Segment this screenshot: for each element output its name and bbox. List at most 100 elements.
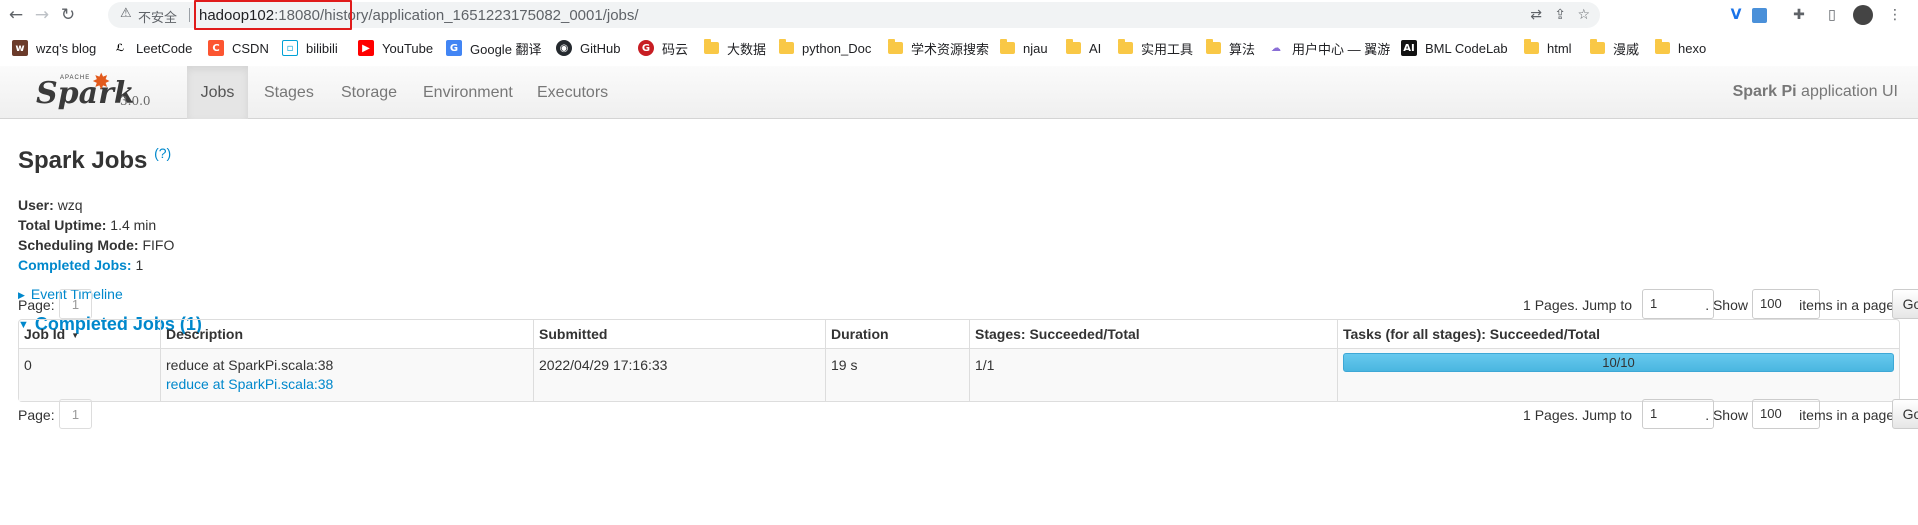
reload-icon[interactable]: ↻ [57, 4, 79, 26]
bookmark-github[interactable]: ◉ GitHub [556, 38, 620, 58]
tab-stages[interactable]: Stages [264, 66, 314, 119]
folder-icon [1206, 39, 1221, 54]
bookmark-folder-njau[interactable]: njau [1000, 38, 1048, 58]
bookmark-label: 大数据 [727, 41, 767, 57]
summary-value: wzq [57, 197, 83, 213]
bookmark-bilibili[interactable]: ▫ bilibili [282, 38, 338, 58]
bookmark-folder-ai[interactable]: AI [1066, 38, 1101, 58]
folder-icon [1118, 39, 1133, 54]
blog-icon: w [12, 40, 28, 56]
folder-icon [704, 39, 719, 54]
bookmark-folder-bigdata[interactable]: 大数据 [704, 38, 766, 58]
show-label: . Show [1705, 297, 1748, 313]
column-header-job-id[interactable]: Job Id ▼ [19, 320, 160, 348]
bookmark-folder-algorithm[interactable]: 算法 [1206, 38, 1255, 58]
header-label: Submitted [539, 326, 608, 342]
column-header-submitted[interactable]: Submitted [533, 320, 825, 348]
bookmark-folder-tools[interactable]: 实用工具 [1118, 38, 1193, 58]
spark-version: 3.0.0 [120, 94, 151, 108]
profile-avatar[interactable] [1853, 5, 1873, 25]
bookmark-folder-python-doc[interactable]: python_Doc [779, 38, 871, 58]
bookmark-folder-html[interactable]: html [1524, 38, 1572, 58]
column-header-tasks[interactable]: Tasks (for all stages): Succeeded/Total [1337, 320, 1899, 348]
bookmark-label: LeetCode [136, 40, 193, 56]
tab-storage[interactable]: Storage [341, 66, 397, 119]
bookmark-user-center[interactable]: ☁ 用户中心 — 翼游 [1268, 38, 1390, 58]
bookmark-label: CSDN [232, 40, 269, 56]
extension-board-icon[interactable] [1752, 8, 1767, 23]
summary-label: Scheduling Mode: [18, 237, 139, 253]
description-link[interactable]: reduce at SparkPi.scala:38 [166, 376, 333, 392]
cloud-icon: ☁ [1271, 42, 1281, 54]
bookmark-label: 算法 [1229, 41, 1256, 57]
google-translate-icon: G [446, 40, 462, 56]
header-label: Tasks (for all stages): Succeeded/Total [1343, 326, 1601, 342]
bookmark-csdn[interactable]: C CSDN [208, 38, 269, 58]
share-icon[interactable]: ⇪ [1554, 7, 1566, 23]
tab-label: Storage [341, 83, 398, 101]
cell-duration: 19 s [825, 348, 969, 401]
column-header-stages[interactable]: Stages: Succeeded/Total [969, 320, 1337, 348]
page-title-text: Spark Jobs [18, 147, 148, 174]
folder-icon [1000, 39, 1015, 54]
tab-jobs[interactable]: Jobs [187, 66, 248, 119]
help-link[interactable]: (?) [154, 145, 171, 161]
bookmark-folder-academic[interactable]: 学术资源搜索 [888, 38, 989, 58]
bookmark-bml-codelab[interactable]: AI BML CodeLab [1401, 38, 1508, 58]
go-button[interactable]: Go [1892, 399, 1918, 429]
browser-toolbar: ← → ↻ ⚠ 不安全 hadoop102:18080/history/appl… [0, 0, 1918, 30]
back-icon[interactable]: ← [5, 4, 27, 26]
extensions-puzzle-icon[interactable]: ✚ [1790, 6, 1808, 24]
leetcode-icon: ℒ [115, 42, 125, 54]
bookmark-gitee[interactable]: G 码云 [638, 38, 688, 58]
items-per-page-label: items in a page. [1799, 407, 1898, 423]
folder-icon [1655, 39, 1670, 54]
summary-list: User: wzq Total Uptime: 1.4 min Scheduli… [18, 195, 174, 275]
bookmark-folder-hexo[interactable]: hexo [1655, 38, 1706, 58]
tab-label: Stages [264, 83, 314, 101]
summary-label: User: [18, 197, 54, 213]
bookmark-folder-marvel[interactable]: 漫威 [1590, 38, 1639, 58]
app-suffix: application UI [1796, 83, 1898, 100]
completed-jobs-link[interactable]: Completed Jobs: [18, 257, 132, 273]
jobs-table: Job Id ▼ Description Submitted Duration S… [18, 319, 1900, 402]
cell-submitted: 2022/04/29 17:16:33 [533, 348, 825, 401]
jump-to-input[interactable]: 1 [1642, 399, 1714, 429]
summary-value: 1 [135, 257, 144, 273]
bookmark-label: GitHub [580, 40, 621, 56]
security-label: 不安全 [138, 10, 178, 25]
description-text: reduce at SparkPi.scala:38 [166, 357, 334, 373]
summary-user: User: wzq [18, 195, 174, 215]
go-button[interactable]: Go [1892, 289, 1918, 319]
spark-logo[interactable]: APACHE Spark ✸ 3.0.0 [36, 66, 156, 119]
jump-to-input[interactable]: 1 [1642, 289, 1714, 319]
star-icon[interactable]: ☆ [1577, 7, 1590, 23]
tab-label: Jobs [200, 83, 235, 101]
bookmark-wzq-blog[interactable]: w wzq's blog [12, 38, 96, 58]
items-per-page-label: items in a page. [1799, 297, 1898, 313]
bookmark-google-translate[interactable]: G Google 翻译 [446, 38, 542, 58]
sidepanel-icon[interactable]: ▯ [1823, 6, 1841, 24]
app-name: Spark Pi [1732, 83, 1797, 100]
csdn-icon: C [208, 40, 224, 56]
page-number-button[interactable]: 1 [59, 289, 92, 319]
summary-uptime: Total Uptime: 1.4 min [18, 215, 174, 235]
tab-executors[interactable]: Executors [537, 66, 608, 119]
summary-label: Completed Jobs: [18, 257, 132, 273]
menu-kebab-icon[interactable]: ⋮ [1886, 6, 1904, 24]
tab-environment[interactable]: Environment [423, 66, 513, 119]
bookmark-leetcode[interactable]: ℒ LeetCode [112, 38, 193, 58]
extension-v-icon[interactable]: V [1727, 6, 1745, 24]
jump-to-label: 1 Pages. Jump to [1523, 407, 1632, 423]
page-number-button[interactable]: 1 [59, 399, 92, 429]
warning-icon: ⚠ [120, 6, 132, 21]
translate-icon[interactable]: ⇄ [1530, 7, 1542, 23]
omnibox-divider [189, 8, 190, 22]
column-header-duration[interactable]: Duration [825, 320, 969, 348]
address-bar[interactable]: ⚠ 不安全 hadoop102:18080/history/applicatio… [108, 0, 1600, 30]
forward-icon[interactable]: → [31, 4, 53, 26]
column-header-description[interactable]: Description [160, 320, 533, 348]
folder-icon [1590, 39, 1605, 54]
github-icon: ◉ [556, 40, 572, 56]
bookmark-youtube[interactable]: ▶ YouTube [358, 38, 433, 58]
